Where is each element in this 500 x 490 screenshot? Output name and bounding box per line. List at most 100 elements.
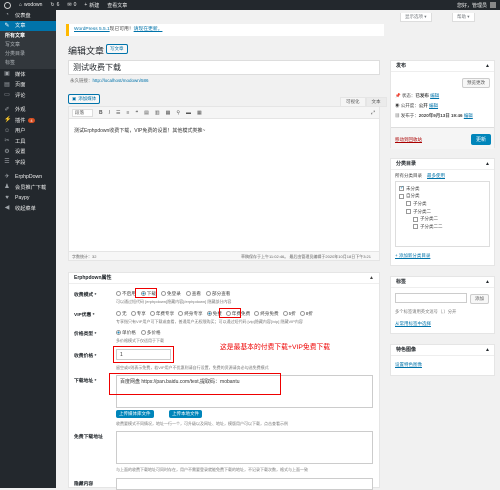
more-tag-icon[interactable]: ▬: [186, 110, 191, 116]
vip-option-1[interactable]: 专享: [130, 311, 146, 317]
permalink-url[interactable]: http://localhost/modown/586: [93, 78, 149, 83]
preview-changes-button[interactable]: 预览更改: [462, 78, 490, 88]
last-edited: 草稿保存于上午11:02:46。 最后由管理员编辑于2020年10月18日下午3…: [241, 254, 371, 259]
sidebar-item-comments[interactable]: ▭ 评论: [0, 90, 56, 101]
collect-option-3[interactable]: 查看: [185, 291, 201, 297]
set-featured-image-link[interactable]: 设置特色图像: [395, 362, 422, 368]
collect-mode-label: 收费模式 *: [74, 293, 97, 298]
highlight-download-url: [109, 373, 281, 395]
sidebar-item-dashboard[interactable]: ◔ 仪表盘: [0, 10, 56, 21]
bold-icon[interactable]: B: [99, 110, 103, 116]
category-item[interactable]: 自分类: [399, 193, 486, 201]
collect-option-4[interactable]: 部分查看: [206, 291, 230, 297]
sidebar-item-promo[interactable]: ♟ 会员推广下载: [0, 182, 56, 193]
tab-all-categories[interactable]: 所有分类目录: [395, 173, 422, 179]
sidebar-item-appearance[interactable]: ✐ 外观: [0, 105, 56, 116]
sidebar-item-tools[interactable]: ✂ 工具: [0, 136, 56, 147]
tab-most-used[interactable]: 最多使用: [427, 173, 445, 179]
hidden-content-textarea[interactable]: [116, 478, 373, 490]
align-left-icon[interactable]: ▤: [144, 110, 149, 116]
vip-option-6[interactable]: 终身免费: [254, 311, 279, 317]
choose-tags-link[interactable]: 从常用标签中选择: [395, 321, 431, 327]
sidebar-item-users[interactable]: ☺ 用户: [0, 126, 56, 137]
format-select[interactable]: 段落: [72, 108, 93, 117]
checkbox-icon: [406, 201, 411, 207]
move-to-trash-link[interactable]: 移动到回收站: [395, 137, 422, 143]
link-icon[interactable]: ⚲: [176, 110, 180, 116]
update-button[interactable]: 更新: [471, 134, 492, 145]
highlight-price: [113, 346, 174, 363]
collect-option-0[interactable]: 不启用: [116, 291, 136, 297]
category-item[interactable]: 子分类二: [399, 215, 486, 223]
submenu-all-posts[interactable]: 所有文章: [0, 32, 56, 41]
upload-local-file-button[interactable]: 上传本地文件: [169, 410, 202, 418]
sidebar-item-posts[interactable]: ✎ 文章: [0, 20, 56, 31]
submenu-categories[interactable]: 分类目录: [0, 50, 56, 59]
edit-visibility-link[interactable]: 编辑: [429, 103, 438, 108]
submenu-write-post[interactable]: 写文章: [0, 41, 56, 50]
wordpress-logo-menu[interactable]: [0, 0, 15, 10]
toolbar-toggle-icon[interactable]: ▦: [197, 110, 202, 116]
sidebar-item-erphpdown[interactable]: ✈ ErphpDown: [0, 172, 56, 183]
post-title-input[interactable]: 测试收费下载: [68, 60, 380, 75]
vip-option-0[interactable]: 无: [116, 311, 127, 317]
category-item[interactable]: 未分类: [399, 185, 486, 193]
category-item[interactable]: 子分类: [399, 200, 486, 208]
account-menu[interactable]: 您好，管理员: [453, 0, 500, 10]
edit-status-link[interactable]: 编辑: [430, 93, 439, 98]
sidebar-item-collapse[interactable]: ◀ 收起菜单: [0, 203, 56, 214]
bullet-list-icon[interactable]: ☰: [116, 110, 120, 116]
sidebar-item-paypy[interactable]: ♥ Paypy: [0, 193, 56, 204]
updates-link[interactable]: ↻ 6: [46, 0, 63, 10]
collect-option-2[interactable]: 免登录: [161, 291, 181, 297]
tag-input[interactable]: [395, 293, 467, 303]
featured-image-title: 特色图像 ▲: [391, 345, 494, 356]
align-center-icon[interactable]: ▥: [155, 110, 160, 116]
vip-option-3[interactable]: 终身专享: [178, 311, 203, 317]
editor-content[interactable]: 测试Erphpdown收费下载，VIP免费的设置！其他模式类推~: [69, 119, 379, 142]
add-tag-button[interactable]: 添加: [470, 294, 489, 304]
submenu-tags[interactable]: 标签: [0, 59, 56, 68]
plus-icon: +: [84, 2, 88, 8]
view-post-link[interactable]: 查看文章: [103, 0, 131, 10]
price-desc: 留空或0则表示免费，若VIP用户不优惠则请自行设置，免费的资源请务必勾选免费模式: [116, 365, 269, 370]
price-type-option-1[interactable]: 多价格: [140, 330, 161, 336]
update-now-link[interactable]: 请现在更新。: [134, 27, 163, 32]
sidebar-item-plugins[interactable]: ⚡ 插件 4: [0, 115, 56, 126]
add-media-button[interactable]: ▣ 添加媒体: [68, 94, 101, 104]
edit-date-link[interactable]: 编辑: [464, 113, 473, 118]
sidebar-item-media[interactable]: ▣ 媒体: [0, 69, 56, 80]
price-type-option-0[interactable]: 单价格: [116, 330, 136, 336]
vip-option-7[interactable]: 5折: [282, 311, 296, 317]
collapse-toggle-icon[interactable]: ▲: [485, 345, 490, 356]
italic-icon[interactable]: I: [109, 110, 110, 116]
pin-icon: ✎: [4, 22, 10, 29]
site-name-link[interactable]: ⌂ wodown: [15, 0, 46, 10]
wp-version-link[interactable]: WordPress 5.5.1: [74, 27, 110, 32]
collapse-toggle-icon[interactable]: ▲: [485, 159, 490, 170]
collapse-toggle-icon[interactable]: ▲: [369, 275, 374, 281]
free-download-textarea[interactable]: [116, 431, 373, 464]
quote-icon[interactable]: ❝: [135, 110, 138, 116]
comments-link[interactable]: ✉ 0: [63, 0, 80, 10]
screen-options-button[interactable]: 显示选项 ▾: [400, 13, 432, 22]
category-item[interactable]: 子分类二二: [399, 223, 486, 231]
add-new-post-button[interactable]: 写文章: [106, 44, 128, 54]
sidebar-item-pages[interactable]: ▤ 页面: [0, 80, 56, 91]
sidebar-item-settings[interactable]: ⚙ 设置: [0, 147, 56, 158]
tags-box-title: 标签 ▲: [391, 277, 494, 288]
align-right-icon[interactable]: ▦: [166, 110, 171, 116]
help-button[interactable]: 帮助 ▾: [452, 13, 475, 22]
collapse-toggle-icon[interactable]: ▲: [485, 277, 490, 288]
category-item[interactable]: 子分类二: [399, 208, 486, 216]
new-content-menu[interactable]: + 新建: [80, 0, 103, 10]
collapse-toggle-icon[interactable]: ▲: [485, 61, 490, 72]
featured-image-box: 特色图像 ▲ 设置特色图像: [390, 344, 495, 376]
number-list-icon[interactable]: ≡: [127, 110, 130, 116]
fullscreen-icon[interactable]: ⤢: [371, 110, 375, 116]
add-new-category-link[interactable]: + 添加新分类目录: [395, 253, 430, 259]
sidebar-item-fields[interactable]: ☰ 字段: [0, 157, 56, 168]
upload-media-library-button[interactable]: 上传媒体库文件: [116, 410, 154, 418]
vip-option-8[interactable]: 8折: [299, 311, 313, 317]
vip-option-2[interactable]: 年费专享: [149, 311, 174, 317]
